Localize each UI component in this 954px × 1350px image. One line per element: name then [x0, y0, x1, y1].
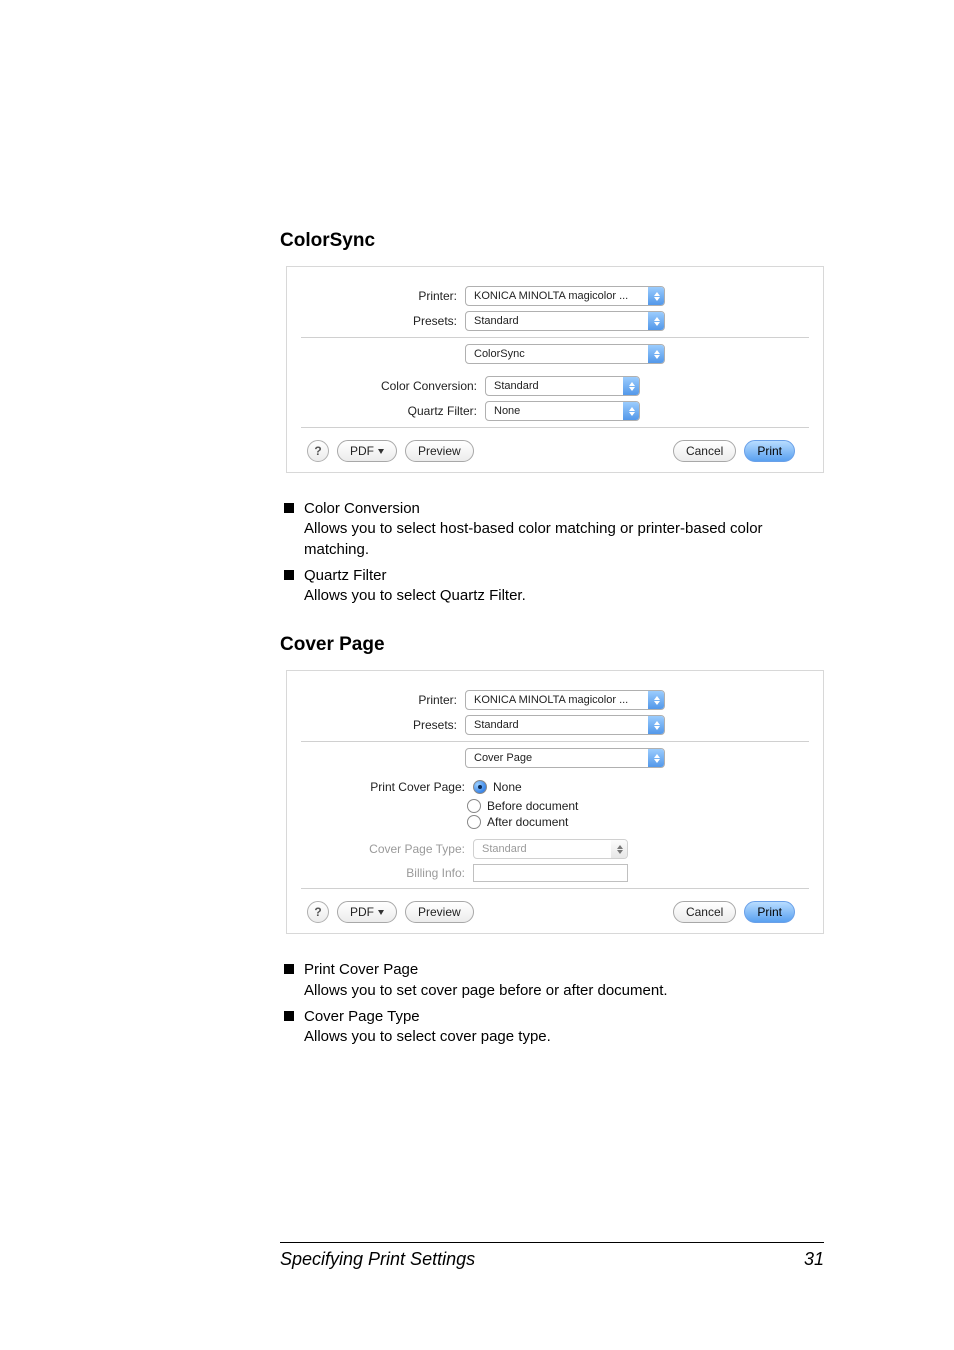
- radio-after-label: After document: [487, 815, 568, 829]
- bullet-title: Color Conversion: [304, 500, 420, 517]
- dialog-colorsync: Printer: KONICA MINOLTA magicolor ... Pr…: [286, 266, 824, 473]
- color-conversion-value: Standard: [494, 380, 539, 392]
- print-cover-page-label: Print Cover Page:: [307, 780, 473, 794]
- presets-select[interactable]: Standard: [465, 715, 665, 735]
- bullet-desc: Allows you to select cover page type.: [304, 1027, 824, 1047]
- radio-after[interactable]: [467, 815, 481, 829]
- divider: [301, 888, 809, 889]
- pane-select[interactable]: ColorSync: [465, 344, 665, 364]
- quartz-filter-value: None: [494, 405, 520, 417]
- printer-value: KONICA MINOLTA magicolor ...: [474, 290, 628, 302]
- list-item: Quartz Filter Allows you to select Quart…: [280, 566, 824, 607]
- printer-label: Printer:: [307, 693, 465, 707]
- print-button[interactable]: Print: [744, 901, 795, 923]
- page-footer: Specifying Print Settings 31: [280, 1242, 824, 1270]
- presets-select[interactable]: Standard: [465, 311, 665, 331]
- heading-colorsync: ColorSync: [280, 230, 824, 252]
- billing-info-label: Billing Info:: [307, 866, 473, 880]
- footer-page-number: 31: [804, 1249, 824, 1270]
- bullet-desc: Allows you to select Quartz Filter.: [304, 586, 824, 606]
- presets-value: Standard: [474, 315, 519, 327]
- colorsync-bullets: Color Conversion Allows you to select ho…: [280, 499, 824, 606]
- quartz-filter-label: Quartz Filter:: [307, 404, 485, 418]
- list-item: Color Conversion Allows you to select ho…: [280, 499, 824, 560]
- footer-title: Specifying Print Settings: [280, 1249, 475, 1270]
- help-button[interactable]: ?: [307, 440, 329, 462]
- divider: [301, 741, 809, 742]
- list-item: Cover Page Type Allows you to select cov…: [280, 1007, 824, 1048]
- bullet-desc: Allows you to select host-based color ma…: [304, 519, 824, 560]
- help-button[interactable]: ?: [307, 901, 329, 923]
- preview-button[interactable]: Preview: [405, 440, 474, 462]
- pdf-button[interactable]: PDF: [337, 440, 397, 462]
- color-conversion-label: Color Conversion:: [307, 379, 485, 393]
- bullet-desc: Allows you to set cover page before or a…: [304, 981, 824, 1001]
- divider: [301, 337, 809, 338]
- cancel-button[interactable]: Cancel: [673, 440, 736, 462]
- radio-none[interactable]: [473, 780, 487, 794]
- cancel-button[interactable]: Cancel: [673, 901, 736, 923]
- printer-label: Printer:: [307, 289, 465, 303]
- divider: [301, 427, 809, 428]
- color-conversion-select[interactable]: Standard: [485, 376, 640, 396]
- pane-select[interactable]: Cover Page: [465, 748, 665, 768]
- print-button[interactable]: Print: [744, 440, 795, 462]
- pane-value: ColorSync: [474, 348, 525, 360]
- cover-page-type-select: Standard: [473, 839, 628, 859]
- radio-none-label: None: [493, 780, 522, 794]
- quartz-filter-select[interactable]: None: [485, 401, 640, 421]
- printer-select[interactable]: KONICA MINOLTA magicolor ...: [465, 690, 665, 710]
- bullet-title: Quartz Filter: [304, 567, 387, 584]
- pane-value: Cover Page: [474, 752, 532, 764]
- dialog-coverpage: Printer: KONICA MINOLTA magicolor ... Pr…: [286, 670, 824, 934]
- radio-before-label: Before document: [487, 799, 578, 813]
- bullet-title: Print Cover Page: [304, 961, 418, 978]
- heading-coverpage: Cover Page: [280, 634, 824, 656]
- coverpage-bullets: Print Cover Page Allows you to set cover…: [280, 960, 824, 1047]
- radio-before[interactable]: [467, 799, 481, 813]
- presets-value: Standard: [474, 719, 519, 731]
- presets-label: Presets:: [307, 718, 465, 732]
- bullet-title: Cover Page Type: [304, 1008, 420, 1025]
- preview-button[interactable]: Preview: [405, 901, 474, 923]
- pdf-button[interactable]: PDF: [337, 901, 397, 923]
- list-item: Print Cover Page Allows you to set cover…: [280, 960, 824, 1001]
- page: ColorSync Printer: KONICA MINOLTA magico…: [0, 0, 954, 1350]
- printer-value: KONICA MINOLTA magicolor ...: [474, 694, 628, 706]
- footer-rule: [280, 1242, 824, 1243]
- presets-label: Presets:: [307, 314, 465, 328]
- billing-info-input: [473, 864, 628, 882]
- cover-page-type-value: Standard: [482, 843, 527, 855]
- cover-page-type-label: Cover Page Type:: [307, 842, 473, 856]
- printer-select[interactable]: KONICA MINOLTA magicolor ...: [465, 286, 665, 306]
